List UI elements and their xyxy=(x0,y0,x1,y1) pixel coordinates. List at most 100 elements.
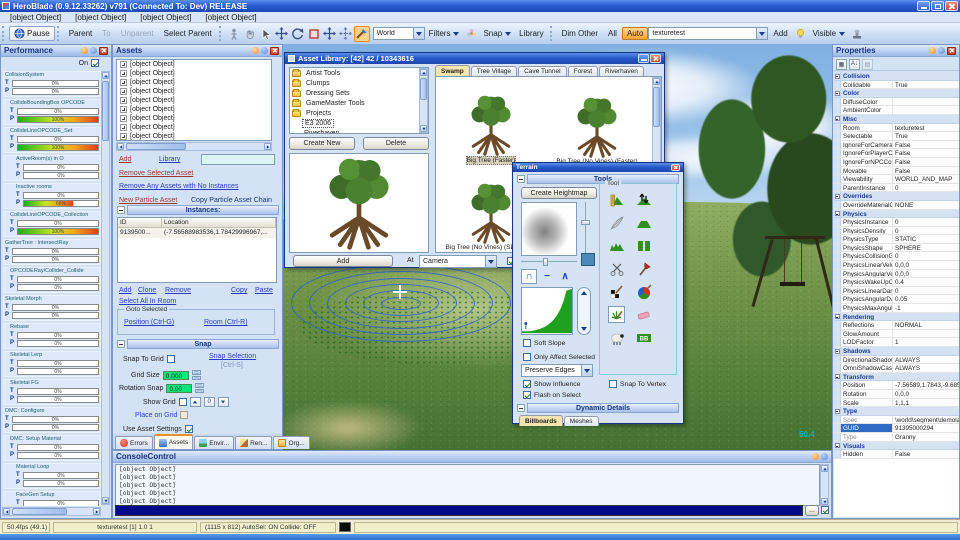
close-button[interactable] xyxy=(945,1,958,11)
expand-icon[interactable] xyxy=(120,106,127,113)
property-row[interactable]: Rotation 0,0,0 xyxy=(834,390,959,399)
cursor-icon[interactable] xyxy=(258,26,274,42)
roughen-icon[interactable] xyxy=(608,237,625,254)
expand-icon[interactable] xyxy=(120,97,127,104)
property-row[interactable]: Type xyxy=(834,407,959,416)
property-row[interactable]: Scale 1,1,1 xyxy=(834,399,959,408)
property-row[interactable]: Rendering xyxy=(834,313,959,322)
expand-icon[interactable] xyxy=(120,133,127,140)
asset-type-item[interactable]: [object Object] xyxy=(117,96,271,105)
remove-selected-asset-link[interactable]: Remove Selected Asset xyxy=(119,170,193,177)
property-row[interactable]: Transform xyxy=(834,373,959,382)
add-asset-link[interactable]: Add xyxy=(119,156,131,163)
panel-tab[interactable]: Ren... xyxy=(235,436,272,449)
bulb-icon[interactable] xyxy=(793,26,809,42)
toolbar-grip[interactable] xyxy=(219,26,224,41)
performance-header[interactable]: Performance xyxy=(1,45,111,57)
filters-dropdown[interactable]: Filters xyxy=(425,29,464,38)
snap-dropdown[interactable]: Snap xyxy=(479,29,515,38)
chevron-down-icon[interactable] xyxy=(756,28,767,39)
panel-tab[interactable]: Envir... xyxy=(194,436,234,449)
performance-vscrollbar[interactable] xyxy=(101,71,110,505)
chevron-down-icon[interactable] xyxy=(413,28,424,39)
property-row[interactable]: OmniShadowCasting ALWAYS xyxy=(834,364,959,373)
library-link[interactable]: Library xyxy=(159,156,180,163)
asset-type-tree[interactable]: [object Object] [object Object] [object … xyxy=(116,59,272,141)
color-paint-icon[interactable] xyxy=(635,283,652,300)
collapse-category-icon[interactable] xyxy=(835,314,840,319)
collapse-dynamic-details-icon[interactable] xyxy=(517,404,525,412)
grid-up-button[interactable] xyxy=(190,397,201,407)
preserve-edges-combo[interactable]: Preserve Edges xyxy=(521,364,593,377)
library-tab[interactable]: Swamp xyxy=(435,65,470,76)
property-row[interactable]: PhysicsLinearDampi 0 xyxy=(834,287,959,296)
creature-icon[interactable] xyxy=(608,329,625,346)
library-tab[interactable]: Forest xyxy=(568,66,598,76)
create-heightmap-button[interactable]: Create Heightmap xyxy=(521,187,597,199)
translate-snap-icon[interactable] xyxy=(338,26,354,42)
instance-row[interactable]: 9139500... (-7.56588983536,1.78429996967… xyxy=(118,228,276,238)
round-brush-button[interactable]: ∩ xyxy=(521,269,537,284)
panel-options-icon[interactable] xyxy=(812,453,819,460)
property-row[interactable]: DirectionalShadowC ALWAYS xyxy=(834,356,959,365)
property-row[interactable]: PhysicsShape SPHERE xyxy=(834,244,959,253)
library-tab[interactable]: Tree Village xyxy=(471,66,517,76)
chevron-down-icon[interactable] xyxy=(581,365,592,376)
property-row[interactable]: Spec \world\segment\demoland\re xyxy=(834,416,959,425)
all-button[interactable]: All xyxy=(603,27,622,40)
chevron-down-icon[interactable] xyxy=(485,256,496,267)
library-folder-tree[interactable]: Artist Tools Clumps Dressing Sets GameMa… xyxy=(289,67,429,134)
categorized-icon[interactable]: ▦ xyxy=(836,59,847,70)
library-add-button[interactable]: Add xyxy=(293,255,393,267)
property-row[interactable]: Collidable True xyxy=(834,81,959,90)
snap-to-grid-checkbox[interactable] xyxy=(167,355,175,363)
panel-options-icon[interactable] xyxy=(81,47,88,54)
slider-thumb[interactable] xyxy=(581,220,590,225)
performance-on-checkbox[interactable] xyxy=(91,59,99,67)
property-row[interactable]: IgnoreForCameraCo False xyxy=(834,141,959,150)
copy-particle-chain-link[interactable]: Copy Particle Asset Chain xyxy=(191,197,272,204)
expand-icon[interactable] xyxy=(120,88,127,95)
asset-type-item[interactable]: [object Object] xyxy=(117,69,271,78)
collapse-tools-icon[interactable] xyxy=(517,175,525,183)
asset-library-titlebar[interactable]: Asset Library: [42] 42 / 10343616 xyxy=(285,53,664,64)
collapse-category-icon[interactable] xyxy=(835,349,840,354)
plateau-icon[interactable] xyxy=(635,214,652,231)
property-row[interactable]: PhysicsAngularDam 0.05 xyxy=(834,295,959,304)
library-folder[interactable]: GameMaster Tools xyxy=(290,98,428,108)
asset-filter-input[interactable] xyxy=(201,154,275,165)
property-row[interactable]: GUID 91395000294 xyxy=(834,424,959,433)
instance-paste-link[interactable]: Paste xyxy=(255,287,273,294)
panel-close-icon[interactable] xyxy=(947,47,956,55)
raise-lower-icon[interactable] xyxy=(635,191,652,208)
new-particle-asset-link[interactable]: New Particle Asset xyxy=(119,197,177,204)
snap-to-vertex-checkbox[interactable] xyxy=(609,380,617,388)
panel-float-icon[interactable] xyxy=(261,47,268,54)
snap-section-header[interactable]: Snap xyxy=(127,339,279,349)
property-row[interactable]: Room texturetest xyxy=(834,124,959,133)
terrain-titlebar[interactable]: Terrain xyxy=(513,163,683,172)
expand-icon[interactable] xyxy=(120,124,127,131)
asset-type-item[interactable]: [object Object] xyxy=(117,114,271,123)
large-tree[interactable] xyxy=(675,44,832,294)
instance-add-link[interactable]: Add xyxy=(119,287,131,294)
property-row[interactable]: PhysicsLinearVeloci 0,0,0 xyxy=(834,261,959,270)
property-row[interactable]: Shadows xyxy=(834,347,959,356)
rotate-icon[interactable] xyxy=(290,26,306,42)
menu-item[interactable]: [object Object] xyxy=(199,12,262,23)
property-row[interactable]: Visuals xyxy=(834,442,959,451)
stitch-icon[interactable] xyxy=(635,237,652,254)
asset-type-item[interactable]: [object Object] xyxy=(117,123,271,132)
panel-options-icon[interactable] xyxy=(252,47,259,54)
grid-size-stepper[interactable] xyxy=(192,370,201,380)
property-row[interactable]: AmbientColor xyxy=(834,106,959,115)
property-row[interactable]: Overrides xyxy=(834,192,959,201)
translate-icon[interactable] xyxy=(322,26,338,42)
delete-button[interactable]: Delete xyxy=(363,137,429,150)
select-all-in-room-link[interactable]: Select All In Room xyxy=(119,298,176,305)
stop-icon[interactable] xyxy=(306,26,322,42)
goto-position-link[interactable]: Position (Ctrl-G) xyxy=(124,319,174,326)
property-row[interactable]: OverrideMaterialClas NONE xyxy=(834,201,959,210)
property-row[interactable]: PhysicsAngularVelo 0,0,0 xyxy=(834,270,959,279)
property-row[interactable]: PhysicsType STATIC xyxy=(834,235,959,244)
